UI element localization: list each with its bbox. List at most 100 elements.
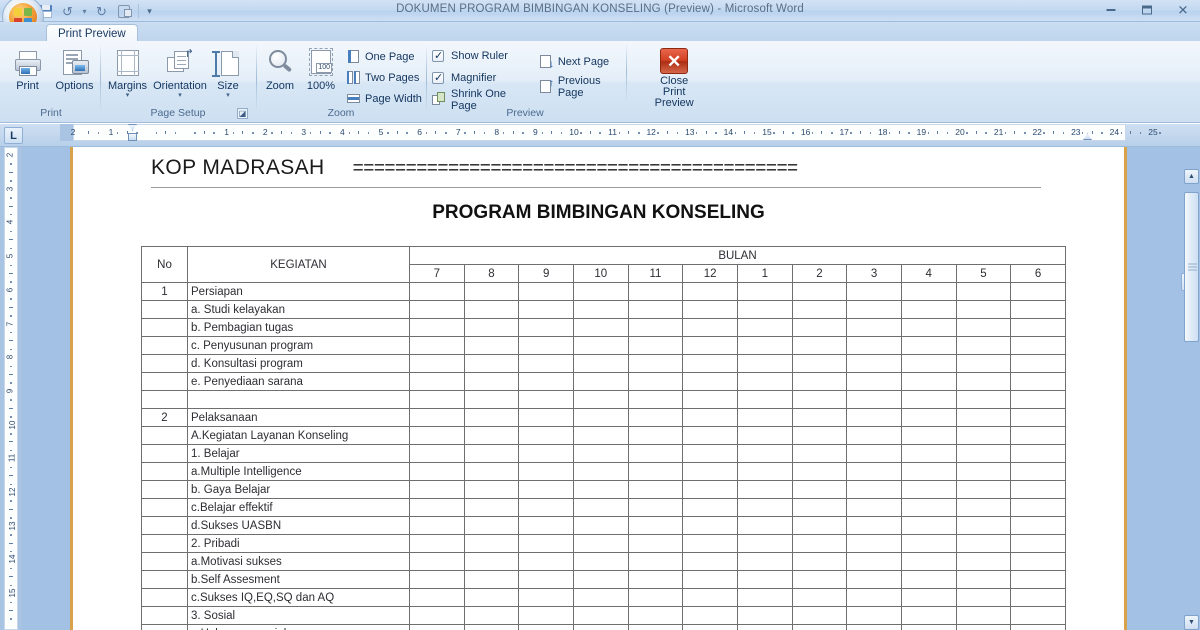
- cell-month-6: [1010, 390, 1066, 409]
- two-pages-button[interactable]: Two Pages: [346, 68, 422, 87]
- one-page-button[interactable]: One Page: [346, 47, 422, 66]
- cell-month-7: [409, 426, 465, 445]
- cell-month-11: [627, 390, 684, 409]
- cell-month-10: [572, 534, 629, 553]
- cell-month-6: [1010, 300, 1066, 319]
- redo-button[interactable]: ↻: [92, 2, 111, 21]
- cell-month-5: [955, 516, 1012, 535]
- cell-month-2: [791, 606, 848, 625]
- cell-no: [141, 588, 188, 607]
- left-indent-marker[interactable]: [128, 133, 137, 141]
- options-button[interactable]: Options: [51, 45, 98, 92]
- cell-month-1: [736, 534, 793, 553]
- tab-stop-selector[interactable]: L: [4, 127, 23, 144]
- document-title: PROGRAM BIMBINGAN KONSELING: [432, 202, 765, 223]
- cell-month-11: [627, 318, 684, 337]
- ruler-tick: [1024, 132, 1026, 134]
- ruler-tick: [850, 132, 852, 134]
- next-page-button[interactable]: ↓ Next Page: [539, 52, 623, 71]
- scroll-up-button[interactable]: ▲: [1184, 169, 1199, 184]
- ruler-tick: [937, 131, 939, 134]
- print-preview-quick-button[interactable]: [114, 2, 133, 21]
- tab-print-preview[interactable]: Print Preview: [46, 24, 138, 42]
- close-print-preview-button[interactable]: ✕ Close Print Preview: [648, 46, 700, 109]
- cell-no: [141, 570, 188, 589]
- minimize-button[interactable]: [1098, 1, 1124, 19]
- restore-button[interactable]: [1134, 1, 1160, 19]
- kop-madrasah-heading: KOP MADRASAH: [151, 156, 325, 179]
- previous-page-button[interactable]: ↑ Previous Page: [539, 75, 623, 99]
- table-row: 2 Pelaksanaan: [141, 408, 1066, 427]
- scrollbar-thumb[interactable]: [1184, 192, 1199, 342]
- vertical-ruler-tick: [10, 618, 12, 620]
- magnifier-checkbox[interactable]: Magnifier: [432, 68, 527, 87]
- ruler-tick: [657, 132, 659, 134]
- customize-qat-button[interactable]: ▾: [144, 2, 155, 21]
- page-setup-dialog-launcher[interactable]: ◪: [237, 108, 248, 119]
- table-header-row-1: No KEGIATAN BULAN: [141, 246, 1066, 283]
- cell-month-10: [572, 408, 629, 427]
- cell-month-10: [572, 462, 629, 481]
- cell-month-2: [791, 516, 848, 535]
- ruler-tick: [946, 132, 949, 134]
- close-button[interactable]: ✕: [1170, 1, 1196, 19]
- ruler-tick-label: 7: [455, 127, 461, 137]
- cell-month-5: [955, 588, 1012, 607]
- vertical-ruler-tick: [10, 247, 12, 250]
- cell-month-8: [463, 624, 520, 630]
- ruler-tick-label: 13: [685, 127, 695, 137]
- page-width-button[interactable]: Page Width: [346, 89, 422, 108]
- cell-month-1: [736, 336, 793, 355]
- group-label-page-setup: Page Setup: [150, 107, 206, 119]
- vertical-ruler-tick: [9, 609, 13, 611]
- chevron-down-icon: ▾: [226, 92, 230, 99]
- cell-no: [141, 318, 188, 337]
- ruler-tick: [445, 132, 447, 134]
- vertical-ruler[interactable]: 2 3 4 5 6 7 8 9 10 11 12 13 14 15: [0, 147, 22, 630]
- size-button[interactable]: Size ▾: [209, 45, 247, 99]
- cell-month-10: [572, 516, 629, 535]
- ruler-tick-label: 10: [569, 127, 579, 137]
- cell-month-9: [518, 282, 574, 301]
- undo-button[interactable]: ↺: [58, 2, 77, 21]
- ruler-tick: [406, 132, 408, 134]
- ruler-tick: [715, 132, 717, 134]
- program-schedule-table: No KEGIATAN BULAN 7 8 9 10 11 12 1 2 3 4 5 6 1 Persi…: [141, 246, 1066, 630]
- margins-button[interactable]: Margins ▾: [104, 45, 151, 99]
- group-label-zoom: Zoom: [327, 107, 355, 119]
- cell-month-7: [409, 354, 465, 373]
- ribbon-group-page-setup: Margins ▾ ↱ Orientation ▾ Size ▾ Page Se…: [104, 42, 252, 121]
- vertical-scrollbar[interactable]: ▲ ▼: [1181, 147, 1200, 630]
- cell-month-1: [736, 444, 793, 463]
- cell-month-3: [846, 552, 902, 571]
- zoom-100-button[interactable]: 100 100%: [300, 45, 342, 92]
- scroll-down-button[interactable]: ▼: [1184, 615, 1199, 630]
- cell-month-5: [955, 318, 1012, 337]
- cell-month-3: [846, 336, 902, 355]
- vertical-ruler-tick: [9, 171, 13, 173]
- ruler-tick: [589, 131, 591, 134]
- cell-activity: a.Hubungan sosial: [187, 624, 410, 630]
- cell-month-7: [409, 390, 465, 409]
- show-ruler-checkbox[interactable]: Show Ruler: [432, 46, 527, 65]
- horizontal-ruler[interactable]: L 2 1 1 2 3 4 5 6 7 8 9 10 11 12 13 14 15 16 17 18 19 20 21 22 2…: [0, 124, 1200, 147]
- print-button[interactable]: Print: [4, 45, 51, 92]
- cell-month-3: [846, 606, 902, 625]
- cell-activity: b.Self Assesment: [187, 570, 410, 589]
- cell-month-8: [463, 354, 520, 373]
- table-row: c. Penyusunan program: [141, 336, 1066, 355]
- cell-month-4: [900, 300, 957, 319]
- undo-dropdown[interactable]: ▾: [80, 2, 89, 21]
- cell-month-7: [409, 498, 465, 517]
- cell-month-2: [791, 498, 848, 517]
- one-page-label: One Page: [365, 50, 415, 63]
- cell-activity: c.Belajar effektif: [187, 498, 410, 517]
- ruler-tick: [425, 132, 428, 134]
- ruler-tick: [116, 132, 119, 134]
- undo-icon: ↺: [62, 3, 73, 19]
- vertical-ruler-tick: [9, 340, 13, 342]
- zoom-button[interactable]: Zoom: [260, 45, 300, 92]
- ruler-tick-label: 6: [417, 127, 422, 137]
- ruler-tick-label: 1: [108, 127, 114, 137]
- orientation-button[interactable]: ↱ Orientation ▾: [151, 45, 209, 100]
